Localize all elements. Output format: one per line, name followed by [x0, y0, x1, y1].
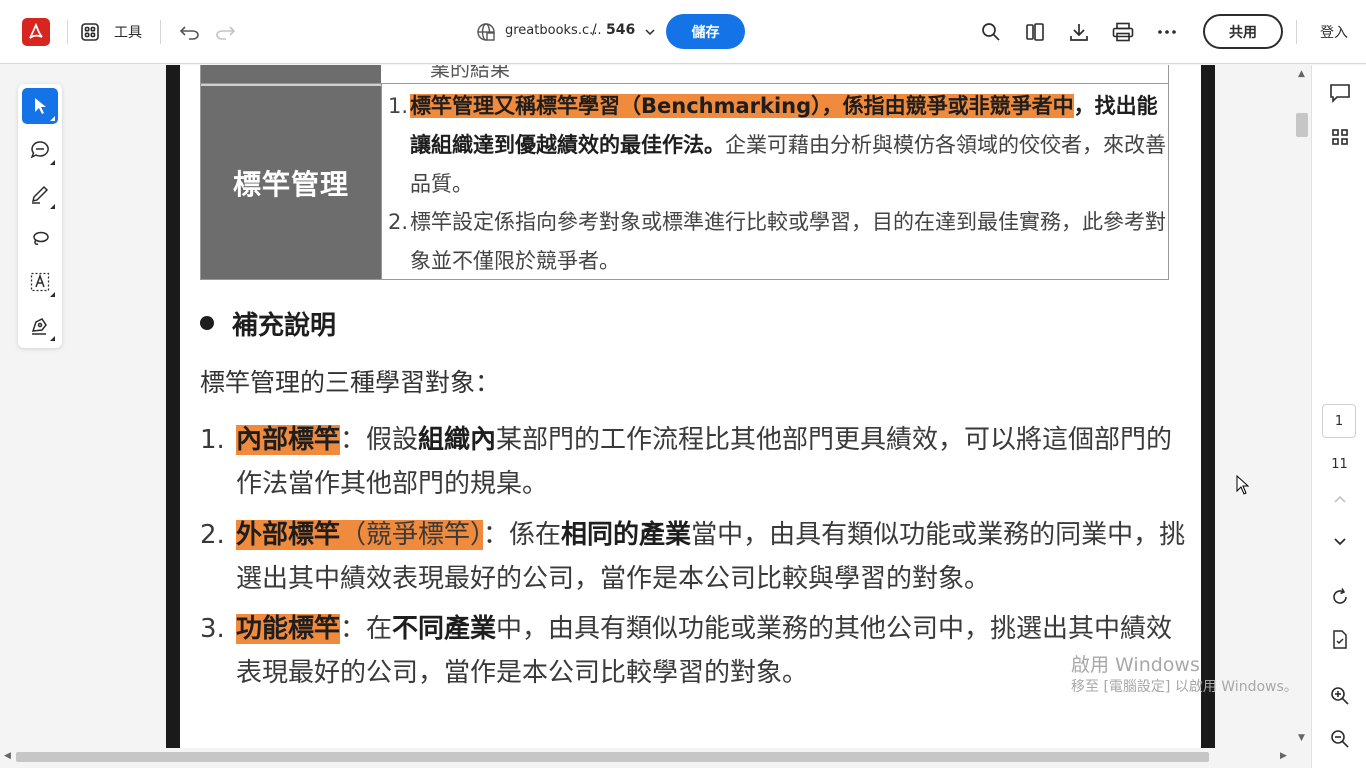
print-icon[interactable] [1107, 16, 1139, 48]
share-button[interactable]: 共用 [1203, 14, 1283, 49]
right-rail: 1 11 [1311, 65, 1366, 768]
lasso-tool-icon[interactable] [22, 220, 58, 256]
page-count: 546 [606, 22, 636, 38]
top-toolbar: 工具 greatbooks.c... / 546 儲存 共用 登入 [0, 0, 1366, 64]
windows-activation-title: 啟用 Windows [1071, 654, 1200, 676]
toolbar-divider [160, 20, 161, 44]
supplement-title: 補充說明 [232, 311, 337, 341]
more-options-icon[interactable] [1151, 16, 1183, 48]
sign-tool-icon[interactable] [22, 308, 58, 344]
highlighted-sublabel: （競爭標竿） [340, 520, 484, 550]
undo-icon[interactable] [174, 16, 206, 48]
pdf-page: 業的結果 標竿管理 1. 標竿管理又稱標竿學習（Benchmarking），係指… [180, 65, 1201, 748]
scroll-right-arrow-icon[interactable]: ▶ [1280, 751, 1287, 761]
comments-panel-icon[interactable] [1326, 79, 1354, 107]
bold-text: 相同的產業 [561, 520, 692, 550]
thumbnails-grid-icon[interactable] [1326, 123, 1354, 151]
intro-text: 標竿管理的三種學習對象： [200, 368, 501, 397]
search-icon[interactable] [975, 16, 1007, 48]
zoom-in-icon[interactable] [1326, 682, 1354, 710]
list-number: 3. [200, 614, 225, 644]
download-icon[interactable] [1063, 16, 1095, 48]
list-text: ：假設 [340, 425, 419, 455]
bullet-icon [200, 316, 214, 330]
document-viewer[interactable]: 業的結果 標竿管理 1. 標竿管理又稱標竿學習（Benchmarking），係指… [73, 65, 1295, 748]
previous-row-text: 業的結果 [430, 65, 510, 81]
draw-tool-icon[interactable] [22, 176, 58, 212]
tool-palette [18, 84, 62, 348]
scroll-down-arrow-icon[interactable]: ▼ [1298, 733, 1305, 743]
acrobat-logo-icon[interactable] [22, 18, 50, 46]
horizontal-scroll-thumb[interactable] [16, 752, 1209, 762]
vertical-scrollbar[interactable]: ▲ ▼ [1295, 65, 1310, 748]
redo-icon[interactable] [209, 16, 241, 48]
highlighted-label: 內部標竿 [236, 425, 341, 455]
list-text: ：係在 [483, 520, 562, 550]
supplement-heading: 補充說明 [200, 305, 336, 342]
toolbar-divider [1296, 20, 1297, 44]
table-previous-row: 業的結果 [200, 65, 1169, 83]
page-thumbnails-icon[interactable] [1019, 16, 1051, 48]
bold-text: 組織內 [418, 425, 497, 455]
highlighted-label: 外部標竿 [236, 520, 341, 550]
horizontal-scrollbar[interactable]: ◀ ▶ [0, 748, 1295, 764]
scroll-up-arrow-icon[interactable]: ▲ [1298, 69, 1305, 79]
rotate-refresh-icon[interactable] [1326, 583, 1354, 611]
list-number: 2. [200, 520, 225, 550]
bold-text: 不同產業 [392, 614, 497, 644]
list-number: 1. [200, 425, 225, 455]
web-document-icon [470, 16, 502, 48]
page-separator: / [592, 22, 597, 38]
definition-cell: 1. 標竿管理又稱標竿學習（Benchmarking），係指由競爭或非競爭者中，… [381, 84, 1168, 279]
text-recognition-tool-icon[interactable] [22, 264, 58, 300]
vertical-scroll-thumb[interactable] [1296, 113, 1308, 137]
list-text: ：在 [340, 614, 393, 644]
term-cell: 標竿管理 [201, 84, 381, 279]
highlighted-label: 功能標竿 [236, 614, 341, 644]
login-link[interactable]: 登入 [1320, 22, 1348, 42]
term-label: 標竿管理 [232, 167, 349, 201]
page-display-icon[interactable] [1326, 626, 1354, 654]
comment-tool-icon[interactable] [22, 132, 58, 168]
highlighted-definition: 標竿管理又稱標竿學習（Benchmarking），係指由競爭或非競爭者中 [410, 94, 1074, 118]
current-page-input[interactable]: 1 [1322, 404, 1356, 438]
tools-label[interactable]: 工具 [114, 22, 142, 42]
select-tool-icon[interactable] [22, 88, 58, 124]
total-pages: 11 [1331, 457, 1348, 472]
definition-table: 標竿管理 1. 標竿管理又稱標竿學習（Benchmarking），係指由競爭或非… [200, 83, 1169, 280]
windows-activation-hint: 移至 [電腦設定] 以啟用 Windows。 [1071, 679, 1298, 695]
mouse-cursor-icon [1236, 474, 1250, 499]
definition-number: 2. [388, 210, 409, 234]
next-page-chevron-down-icon[interactable] [1326, 528, 1354, 556]
zoom-out-icon[interactable] [1326, 725, 1354, 753]
chevron-down-icon[interactable] [636, 16, 664, 48]
scroll-left-arrow-icon[interactable]: ◀ [4, 751, 11, 761]
tools-icon[interactable] [74, 16, 106, 48]
toolbar-divider [67, 20, 68, 44]
definition-number: 1. [388, 94, 409, 118]
definition-text: 標竿設定係指向參考對象或標準進行比較或學習，目的在達到最佳實務，此參考對象並不僅… [410, 210, 1166, 273]
previous-page-chevron-up-icon[interactable] [1326, 485, 1354, 513]
file-name[interactable]: greatbooks.c... [505, 23, 602, 38]
save-button[interactable]: 儲存 [666, 14, 745, 49]
